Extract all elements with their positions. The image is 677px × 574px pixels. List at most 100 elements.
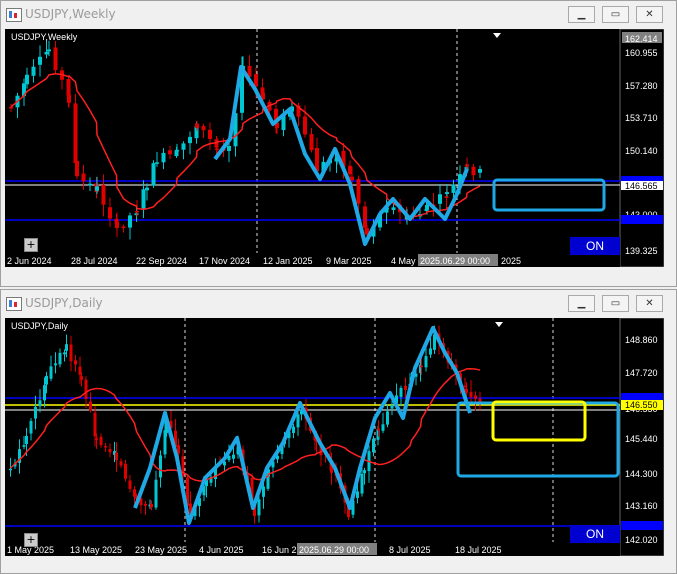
candle-body: [38, 400, 42, 407]
candle-body: [47, 49, 51, 52]
candle-body: [151, 163, 156, 186]
candle-body: [128, 480, 132, 489]
candle-body: [34, 406, 37, 419]
symbol-label: USDJPY,Weekly: [11, 32, 78, 42]
candle-body: [356, 178, 361, 204]
symbol-label: USDJPY,Daily: [11, 321, 68, 331]
candle-body: [80, 376, 83, 380]
restore-button[interactable]: ▭: [602, 6, 629, 23]
candle-body: [424, 356, 428, 368]
candle-body: [144, 503, 147, 506]
candle-body: [145, 187, 149, 191]
candle-body: [381, 424, 385, 431]
date-tick-label: 2025.06.29 00:00: [420, 256, 490, 266]
candle-body: [168, 150, 172, 155]
candle-body: [121, 226, 126, 229]
candle-body: [63, 352, 66, 355]
candle-body: [232, 454, 235, 459]
candle-body: [262, 486, 265, 497]
candle-body: [124, 463, 127, 479]
candle-body: [108, 448, 112, 453]
candle-body: [29, 420, 33, 434]
candle-body: [386, 411, 389, 425]
candle-body: [161, 152, 166, 163]
close-button[interactable]: ✕: [636, 295, 663, 312]
shift-marker-icon: [493, 33, 501, 38]
date-tick-label: 17 Nov 2024: [199, 256, 250, 266]
candle-body: [257, 499, 261, 516]
date-tick-label: 2 Jun 2024: [7, 256, 52, 266]
price-tick-label: 139.325: [625, 246, 658, 256]
candle-body: [95, 438, 98, 440]
candle-body: [309, 133, 314, 151]
minimize-button[interactable]: ▁: [568, 6, 595, 23]
expand-icon[interactable]: +: [24, 238, 38, 252]
candle-body: [45, 375, 48, 385]
candle-body: [104, 446, 107, 448]
candle-body: [25, 74, 29, 85]
price-tick-label: 147.720: [625, 368, 658, 378]
expand-icon[interactable]: +: [24, 533, 38, 547]
minimize-button[interactable]: ▁: [568, 295, 595, 312]
price-tick-label: 160.955: [625, 48, 658, 58]
candle-body: [469, 392, 473, 398]
price-tick-label: 142.020: [625, 535, 658, 545]
candle-body: [133, 489, 136, 497]
candle-body: [108, 207, 112, 219]
title-bar[interactable]: USDJPY,Weekly ▁ ▭ ✕: [1, 1, 676, 29]
candle-body: [438, 194, 442, 204]
candle-body: [75, 160, 79, 177]
candle-body: [296, 414, 300, 428]
on-button[interactable]: ON: [570, 525, 620, 543]
candle-body: [390, 404, 394, 409]
close-button[interactable]: ✕: [636, 6, 663, 23]
date-tick-label: 18 Jul 2025: [455, 545, 502, 555]
candle-body: [356, 491, 359, 498]
candle-body: [65, 344, 68, 351]
candle-body: [399, 387, 403, 397]
date-tick-label: 9 Mar 2025: [326, 256, 372, 266]
on-button[interactable]: ON: [570, 237, 620, 255]
candle-body: [141, 189, 146, 210]
candle-body: [74, 360, 77, 365]
daily-chart-window: USDJPY,Daily ▁ ▭ ✕ 148.860 147.720 146.550…: [0, 289, 677, 574]
date-tick-label: 4 May: [391, 256, 416, 266]
candle-body: [155, 162, 159, 164]
weekly-chart-area[interactable]: 162.414 160.955 157.280 153.710 150.140 146.5…: [5, 29, 664, 267]
candle-body: [115, 452, 118, 461]
candle-body: [93, 412, 97, 437]
candle-body: [58, 352, 62, 365]
candle-body: [128, 215, 132, 228]
candle-body: [350, 176, 354, 181]
daily-chart-area[interactable]: 148.860 147.720 146.550 145.440 144.300 143.1…: [5, 318, 664, 556]
candle-body: [208, 129, 212, 140]
candle-body: [348, 165, 352, 175]
weekly-chart-canvas: 162.414 160.955 157.280 153.710 150.140 146.5…: [5, 29, 664, 267]
title-bar[interactable]: USDJPY,Daily ▁ ▭ ✕: [1, 290, 676, 318]
candle-body: [292, 426, 295, 434]
date-tick-label: 8 Jul 2025: [389, 545, 431, 555]
current-price-label: 146.565: [625, 181, 658, 191]
price-tick-label: 143.160: [625, 501, 658, 511]
candle-body: [9, 106, 13, 109]
daily-chart-canvas: 148.860 147.720 146.550 145.440 144.300 143.1…: [5, 318, 664, 556]
price-tick-label: 148.860: [625, 335, 658, 345]
candle-body: [95, 186, 99, 191]
candle-body: [101, 184, 106, 205]
candle-body: [215, 148, 219, 151]
date-tick-label: 13 May 2025: [70, 545, 122, 555]
candle-body: [99, 436, 103, 446]
candle-body: [227, 146, 231, 151]
candle-body: [44, 51, 49, 55]
date-tick-label: 12 Jan 2025: [263, 256, 313, 266]
candle-body: [150, 503, 153, 508]
moving-average-line: [10, 73, 481, 218]
candle-body: [159, 455, 162, 478]
candle-body: [478, 169, 482, 173]
candle-body: [84, 379, 88, 399]
candle-body: [88, 183, 92, 186]
date-tick-label: 2025.06.29 00:00: [299, 545, 369, 555]
candle-body: [303, 116, 307, 135]
candle-body: [81, 173, 86, 182]
restore-button[interactable]: ▭: [602, 295, 629, 312]
